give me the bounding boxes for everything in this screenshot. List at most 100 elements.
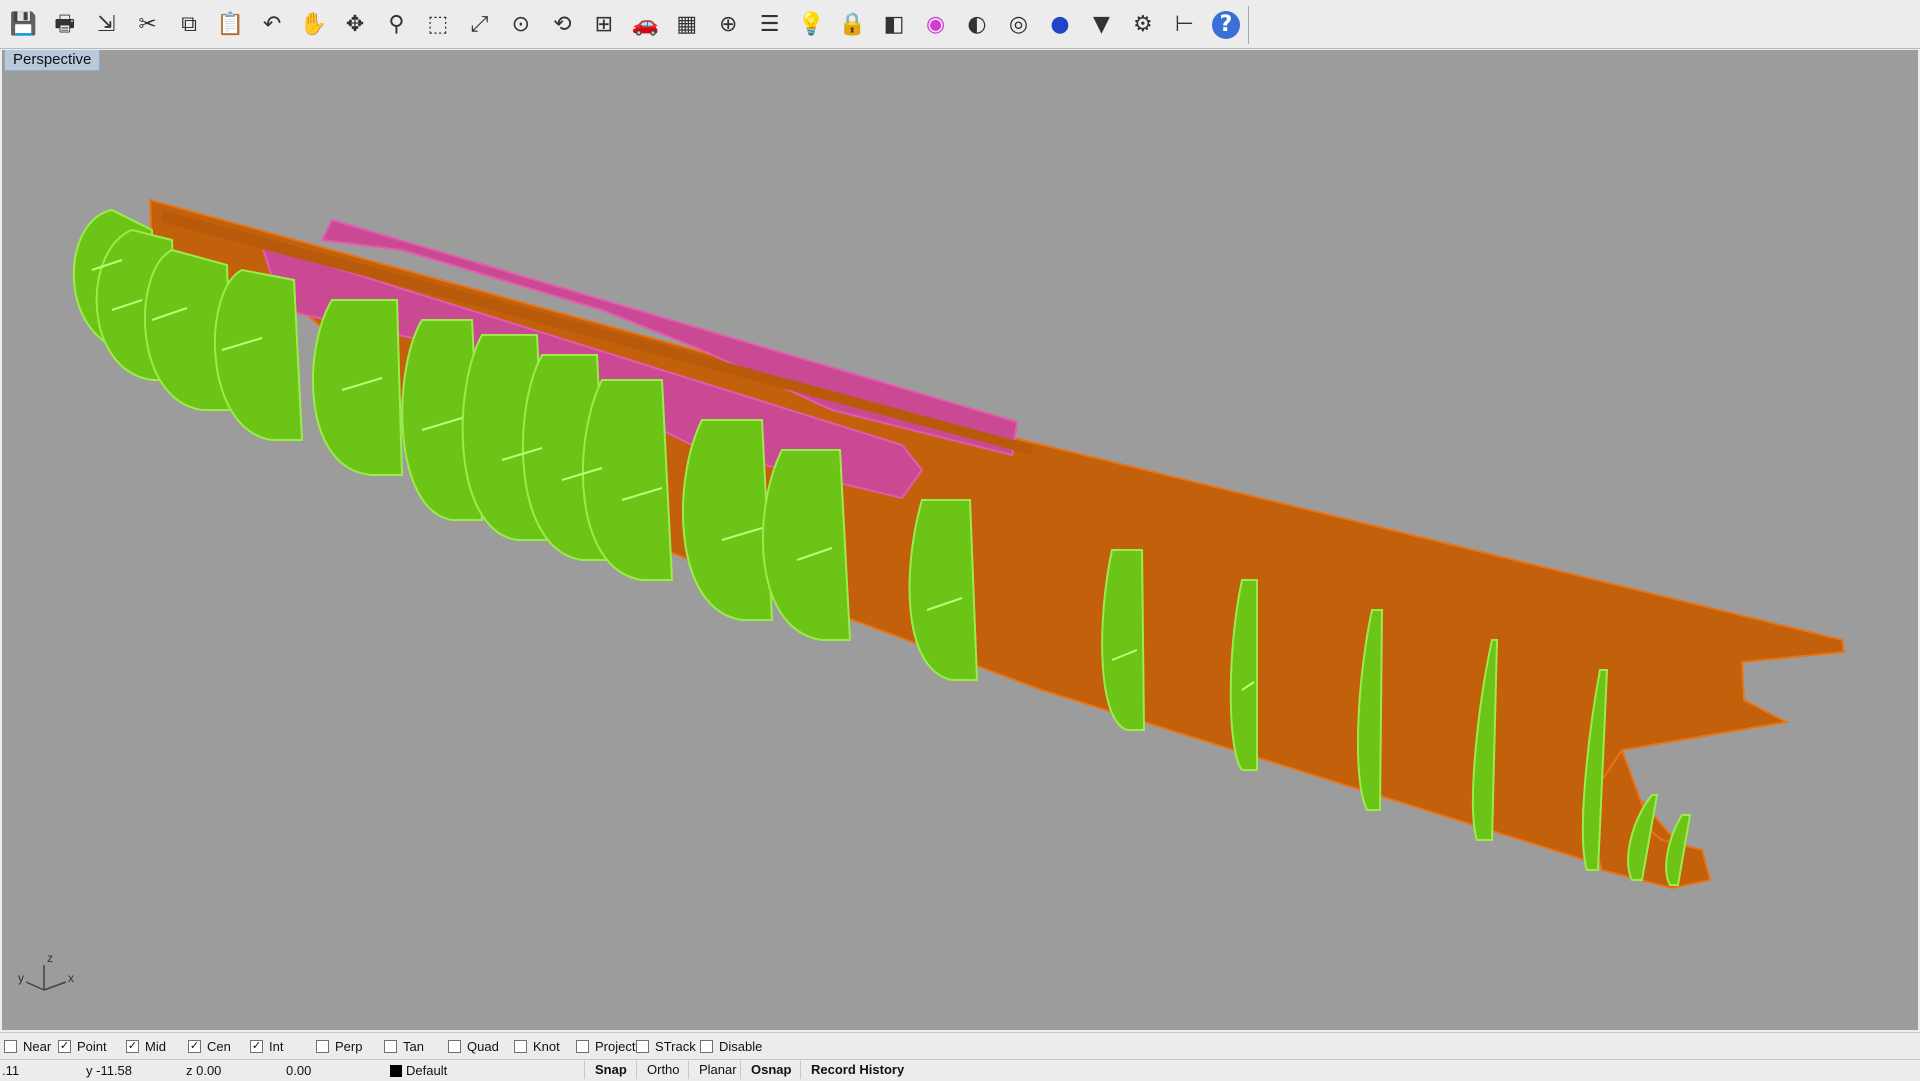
copy-icon: ⧉ bbox=[181, 12, 197, 37]
osnap-strack[interactable]: STrack bbox=[636, 1039, 696, 1054]
pane-planar[interactable]: Planar bbox=[688, 1061, 747, 1079]
print-icon: 🖶 bbox=[54, 12, 76, 37]
rotate-view-icon: ✥ bbox=[345, 12, 365, 37]
rendered-sphere-button[interactable]: ◐ bbox=[958, 6, 996, 44]
osnap-cen[interactable]: ✓ Cen bbox=[188, 1039, 231, 1054]
dimension-button[interactable]: ⊢ bbox=[1165, 6, 1203, 44]
light-bulb-icon: 💡 bbox=[797, 12, 825, 37]
blue-sphere-button[interactable]: ● bbox=[1041, 6, 1079, 44]
pane-record-history[interactable]: Record History bbox=[800, 1061, 914, 1079]
osnap-project-checkbox[interactable] bbox=[576, 1039, 589, 1053]
light-bulb-button[interactable]: 💡 bbox=[792, 6, 830, 44]
cut-button[interactable]: ✂ bbox=[128, 6, 166, 44]
pan-button[interactable]: ✋ bbox=[294, 6, 332, 44]
frame-4 bbox=[213, 268, 304, 441]
zoom-window-button[interactable]: ⬚ bbox=[419, 6, 457, 44]
grid-mesh-icon: ▦ bbox=[676, 12, 698, 37]
hull-model-scene[interactable]: z x y bbox=[2, 50, 1918, 1030]
osnap-point[interactable]: ✓ Point bbox=[58, 1039, 107, 1054]
coord-y: y -11.58 bbox=[86, 1063, 133, 1078]
four-viewports-icon: ⊞ bbox=[594, 12, 614, 37]
shaded-button[interactable]: ◧ bbox=[875, 6, 913, 44]
point-icon: ⊕ bbox=[718, 12, 738, 37]
print-button[interactable]: 🖶 bbox=[45, 6, 83, 44]
osnap-mid-checkbox[interactable]: ✓ bbox=[126, 1039, 139, 1053]
osnap-disable[interactable]: Disable bbox=[700, 1039, 762, 1054]
osnap-perp-label: Perp bbox=[335, 1038, 363, 1054]
coord-x: .11 bbox=[2, 1063, 20, 1078]
viewport-title-tab[interactable]: Perspective bbox=[4, 50, 101, 71]
osnap-disable-label: Disable bbox=[719, 1038, 763, 1054]
osnap-int-label: Int bbox=[269, 1038, 284, 1054]
osnap-project[interactable]: Project bbox=[576, 1039, 635, 1054]
coord-extra: 0.00 bbox=[286, 1063, 312, 1078]
osnap-cen-checkbox[interactable]: ✓ bbox=[188, 1039, 201, 1053]
grid-mesh-button[interactable]: ▦ bbox=[668, 6, 706, 44]
standard-toolbar: 💾 🖶 ⇲ ✂ ⧉ 📋 ↶ ✋ ✥ ⚲ ⬚ ⤢ ⊙ ⟲ ⊞ 🚗 ▦ ⊕ ☰ 💡 🔒 ◧ ◉ ◐ ◎ ● ▼ ⚙ ⊢? bbox=[0, 0, 1920, 49]
layer-name: Default bbox=[406, 1063, 448, 1078]
help-icon: ? bbox=[1211, 11, 1240, 39]
wireframe-sphere-button[interactable]: ◎ bbox=[999, 6, 1037, 44]
osnap-near-checkbox[interactable] bbox=[4, 1039, 17, 1053]
layer-color-swatch bbox=[390, 1065, 402, 1077]
osnap-mid[interactable]: ✓ Mid bbox=[126, 1039, 166, 1054]
help-button[interactable]: ? bbox=[1207, 6, 1245, 44]
undo-view-icon: ⟲ bbox=[553, 12, 572, 37]
layer-indicator[interactable]: Default bbox=[390, 1063, 447, 1078]
axis-y-label: y bbox=[18, 971, 24, 985]
pane-ortho[interactable]: Ortho bbox=[636, 1061, 690, 1079]
lock-button[interactable]: 🔒 bbox=[833, 6, 871, 44]
osnap-near[interactable]: Near bbox=[4, 1039, 51, 1054]
osnap-disable-checkbox[interactable] bbox=[700, 1039, 713, 1053]
osnap-project-label: Project bbox=[595, 1038, 636, 1054]
car-icon: 🚗 bbox=[631, 12, 659, 37]
select-filter-button[interactable]: ▼ bbox=[1082, 6, 1120, 44]
osnap-tan[interactable]: Tan bbox=[384, 1039, 424, 1054]
zoom-extents-button[interactable]: ⤢ bbox=[460, 6, 498, 44]
osnap-perp[interactable]: Perp bbox=[316, 1039, 362, 1054]
osnap-point-checkbox[interactable]: ✓ bbox=[58, 1039, 71, 1053]
coord-z: z 0.00 bbox=[186, 1063, 222, 1078]
osnap-int[interactable]: ✓ Int bbox=[250, 1039, 283, 1054]
select-filter-icon: ▼ bbox=[1092, 12, 1110, 37]
undo-button[interactable]: ↶ bbox=[253, 6, 291, 44]
paste-icon: 📋 bbox=[216, 12, 245, 37]
zoom-dynamic-button[interactable]: ⚲ bbox=[377, 6, 415, 44]
osnap-knot-checkbox[interactable] bbox=[514, 1039, 527, 1053]
color-wheel-button[interactable]: ◉ bbox=[916, 6, 954, 44]
axis-x-label: x bbox=[68, 971, 74, 985]
export-icon: ⇲ bbox=[96, 12, 116, 37]
copy-button[interactable]: ⧉ bbox=[170, 6, 208, 44]
osnap-quad[interactable]: Quad bbox=[448, 1039, 499, 1054]
osnap-perp-checkbox[interactable] bbox=[316, 1039, 329, 1053]
paste-button[interactable]: 📋 bbox=[211, 6, 249, 44]
blue-sphere-icon: ● bbox=[1050, 12, 1070, 37]
axis-z-label: z bbox=[47, 951, 53, 965]
layers-button[interactable]: ☰ bbox=[750, 6, 788, 44]
pane-osnap[interactable]: Osnap bbox=[740, 1061, 801, 1079]
options-gear-button[interactable]: ⚙ bbox=[1124, 6, 1162, 44]
dimension-icon: ⊢ bbox=[1174, 12, 1194, 37]
rendered-sphere-icon: ◐ bbox=[967, 12, 987, 37]
undo-view-button[interactable]: ⟲ bbox=[543, 6, 581, 44]
frame-10 bbox=[681, 419, 774, 621]
osnap-tan-checkbox[interactable] bbox=[384, 1039, 397, 1053]
osnap-mid-label: Mid bbox=[145, 1038, 166, 1054]
perspective-viewport[interactable]: z x y Perspective bbox=[2, 50, 1918, 1030]
export-button[interactable]: ⇲ bbox=[87, 6, 125, 44]
four-viewports-button[interactable]: ⊞ bbox=[585, 6, 623, 44]
zoom-selected-button[interactable]: ⊙ bbox=[502, 6, 540, 44]
rotate-view-button[interactable]: ✥ bbox=[336, 6, 374, 44]
pane-snap[interactable]: Snap bbox=[584, 1061, 637, 1079]
car-button[interactable]: 🚗 bbox=[626, 6, 664, 44]
osnap-quad-checkbox[interactable] bbox=[448, 1039, 461, 1053]
osnap-knot[interactable]: Knot bbox=[514, 1039, 560, 1054]
frame-11 bbox=[761, 449, 852, 641]
point-button[interactable]: ⊕ bbox=[709, 6, 747, 44]
zoom-dynamic-icon: ⚲ bbox=[388, 12, 405, 37]
osnap-strack-checkbox[interactable] bbox=[636, 1039, 649, 1053]
color-wheel-icon: ◉ bbox=[925, 12, 946, 37]
osnap-quad-label: Quad bbox=[467, 1038, 499, 1054]
save-button[interactable]: 💾 bbox=[4, 6, 42, 44]
osnap-int-checkbox[interactable]: ✓ bbox=[250, 1039, 263, 1053]
